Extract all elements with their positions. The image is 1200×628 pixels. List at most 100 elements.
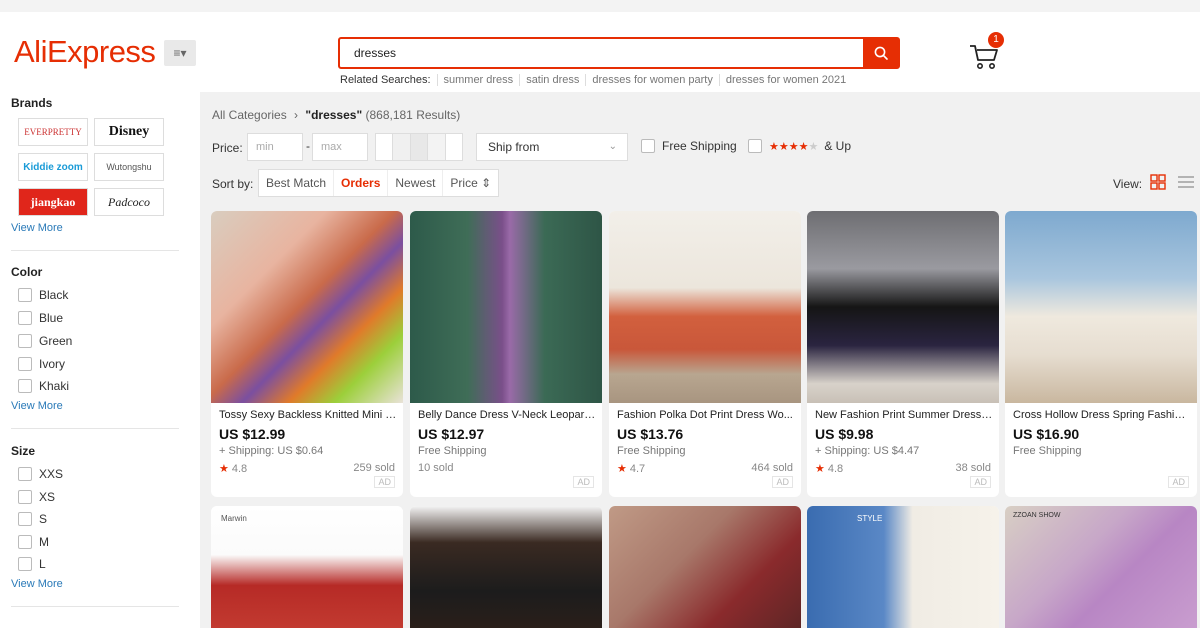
sort-newest[interactable]: Newest (388, 170, 444, 196)
checkbox[interactable] (18, 557, 32, 571)
related-search-link[interactable]: summer dress (436, 74, 520, 86)
product-card[interactable]: STYLE (807, 506, 999, 628)
product-image[interactable] (410, 211, 602, 403)
brand-padcoco[interactable]: Padcoco (94, 188, 164, 216)
checkbox[interactable] (18, 379, 32, 393)
product-title[interactable]: Cross Hollow Dress Spring Fashion... (1013, 409, 1191, 421)
product-image[interactable] (1005, 506, 1197, 628)
brand-jiangkao[interactable]: jiangkao (18, 188, 88, 216)
size-option-m[interactable]: M (18, 535, 49, 549)
product-card[interactable]: ZZOAN SHOW (1005, 506, 1197, 628)
color-option-ivory[interactable]: Ivory (18, 357, 65, 371)
checkbox[interactable] (18, 490, 32, 504)
color-option-khaki[interactable]: Khaki (18, 379, 69, 393)
product-title[interactable]: Tossy Sexy Backless Knitted Mini P... (219, 409, 397, 421)
checkbox[interactable] (748, 139, 762, 153)
product-title[interactable]: New Fashion Print Summer Dress ... (815, 409, 993, 421)
size-view-more-link[interactable]: View More (11, 578, 63, 590)
product-image[interactable] (211, 211, 403, 403)
star-rating-icon: ★★★★★ (769, 140, 819, 153)
checkbox[interactable] (18, 311, 32, 325)
price-min-input[interactable]: min (247, 133, 303, 161)
product-card[interactable]: New Fashion Print Summer Dress ... US $9… (807, 211, 999, 497)
product-image[interactable] (609, 211, 801, 403)
checkbox[interactable] (18, 357, 32, 371)
option-label: XXS (39, 467, 64, 481)
checkbox[interactable] (18, 288, 32, 302)
rating-value: 4.8 (827, 463, 844, 475)
cart-button[interactable]: 1 (968, 32, 1008, 72)
breadcrumb-query: "dresses" (305, 108, 363, 122)
star-icon: ★ (815, 463, 825, 475)
size-option-l[interactable]: L (18, 557, 46, 571)
size-option-xxs[interactable]: XXS (18, 467, 63, 481)
product-title[interactable]: Fashion Polka Dot Print Dress Wo... (617, 409, 795, 421)
product-image[interactable] (609, 506, 801, 628)
sidebar-divider (11, 606, 179, 607)
brands-view-more-link[interactable]: View More (11, 222, 63, 234)
checkbox[interactable] (18, 535, 32, 549)
product-image[interactable] (410, 506, 602, 628)
product-image[interactable] (1005, 211, 1197, 403)
free-shipping-filter[interactable]: Free Shipping (641, 139, 737, 153)
ad-badge: AD (1168, 476, 1189, 488)
search-button[interactable] (863, 38, 899, 68)
brand-everpretty[interactable]: EVERPRETTY (18, 118, 88, 146)
aliexpress-logo[interactable]: AliExpress (14, 34, 156, 70)
ad-badge: AD (374, 476, 395, 488)
related-search-link[interactable]: dresses for women party (585, 74, 718, 86)
related-search-link[interactable]: satin dress (519, 74, 585, 86)
sort-price[interactable]: Price ⇕ (443, 170, 498, 196)
brand-kiddie-zoom[interactable]: Kiddie zoom (18, 153, 88, 181)
product-shipping: Free Shipping (1013, 445, 1082, 457)
size-option-s[interactable]: S (18, 512, 47, 526)
result-count: (868,181 Results) (365, 108, 461, 122)
ship-from-dropdown[interactable]: Ship from ⌄ (476, 133, 628, 161)
brand-wutongshu[interactable]: Wutongshu (94, 153, 164, 181)
ad-badge: AD (573, 476, 594, 488)
product-image[interactable] (211, 506, 403, 628)
product-card[interactable]: Belly Dance Dress V-Neck Leopard ... US … (410, 211, 602, 497)
product-card[interactable] (609, 506, 801, 628)
product-image[interactable] (807, 506, 999, 628)
checkbox[interactable] (18, 467, 32, 481)
product-title[interactable]: Belly Dance Dress V-Neck Leopard ... (418, 409, 596, 421)
filter-sidebar: Brands EVERPRETTY Disney Kiddie zoom Wut… (0, 92, 200, 628)
product-card[interactable]: Cross Hollow Dress Spring Fashion... US … (1005, 211, 1197, 497)
view-label: View: (1113, 177, 1143, 191)
price-range-histogram[interactable] (375, 133, 463, 161)
sort-orders[interactable]: Orders (334, 170, 389, 196)
search-input[interactable] (340, 39, 864, 67)
list-view-icon[interactable] (1177, 174, 1195, 190)
product-rating: ★ 4.8 (219, 462, 247, 475)
ad-badge: AD (772, 476, 793, 488)
price-max-input[interactable]: max (312, 133, 368, 161)
price-dash: - (306, 139, 310, 153)
product-card[interactable]: Tossy Sexy Backless Knitted Mini P... US… (211, 211, 403, 497)
checkbox[interactable] (18, 334, 32, 348)
product-card[interactable]: Marwin (211, 506, 403, 628)
color-view-more-link[interactable]: View More (11, 400, 63, 412)
product-image-label: STYLE (857, 514, 883, 523)
color-option-blue[interactable]: Blue (18, 311, 63, 325)
product-image[interactable] (807, 211, 999, 403)
size-option-xs[interactable]: XS (18, 490, 55, 504)
product-sold-count: 38 sold (955, 462, 991, 474)
rating-filter[interactable]: ★★★★★ & Up (748, 139, 851, 153)
product-card[interactable]: Fashion Polka Dot Print Dress Wo... US $… (609, 211, 801, 497)
product-shipping: Free Shipping (418, 445, 487, 457)
brand-disney[interactable]: Disney (94, 118, 164, 146)
color-option-green[interactable]: Green (18, 334, 72, 348)
sort-best-match[interactable]: Best Match (259, 170, 335, 196)
product-price: US $13.76 (617, 426, 684, 442)
checkbox[interactable] (641, 139, 655, 153)
grid-view-icon[interactable] (1150, 174, 1166, 190)
related-search-link[interactable]: dresses for women 2021 (718, 74, 852, 86)
breadcrumb-all-categories[interactable]: All Categories (212, 108, 287, 122)
checkbox[interactable] (18, 512, 32, 526)
product-card[interactable] (410, 506, 602, 628)
option-label: Khaki (39, 379, 70, 393)
color-option-black[interactable]: Black (18, 288, 68, 302)
brand-label: Kiddie zoom (23, 161, 83, 173)
categories-menu-button[interactable]: ≡▾ (164, 40, 196, 66)
